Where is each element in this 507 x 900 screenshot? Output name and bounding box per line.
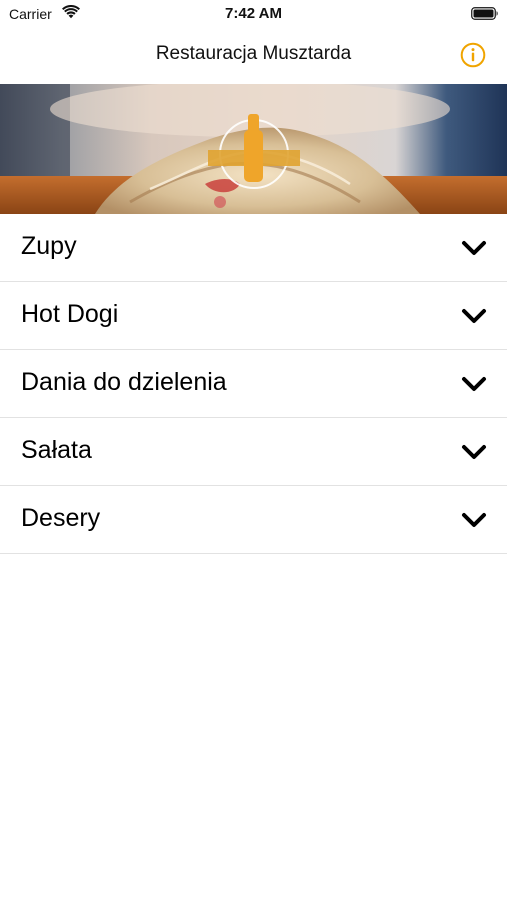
navigation-bar: Restauracja Musztarda <box>0 28 507 84</box>
info-icon[interactable] <box>460 42 486 68</box>
app-screen: Carrier 7:42 AM Restauracja Musztarda Zu… <box>0 0 507 900</box>
category-row-salata[interactable]: Sałata <box>0 418 507 486</box>
menu-category-list: Zupy Hot Dogi Dania do dzielenia Sałata … <box>0 214 507 554</box>
category-row-dania-do-dzielenia[interactable]: Dania do dzielenia <box>0 350 507 418</box>
category-row-hot-dogi[interactable]: Hot Dogi <box>0 282 507 350</box>
category-label: Hot Dogi <box>21 300 119 328</box>
page-title: Restauracja Musztarda <box>155 43 352 64</box>
battery-icon <box>471 7 498 20</box>
chevron-down-icon[interactable] <box>461 512 487 529</box>
category-label: Sałata <box>21 436 92 464</box>
status-time: 7:42 AM <box>225 5 282 22</box>
header-banner-image <box>0 84 507 214</box>
chevron-down-icon[interactable] <box>461 376 487 393</box>
category-row-desery[interactable]: Desery <box>0 486 507 554</box>
category-label: Dania do dzielenia <box>21 368 227 396</box>
food-photo <box>0 84 507 214</box>
chevron-down-icon[interactable] <box>461 308 487 325</box>
chevron-down-icon[interactable] <box>461 444 487 461</box>
status-bar: Carrier 7:42 AM <box>0 0 507 28</box>
chevron-down-icon[interactable] <box>461 240 487 257</box>
category-label: Zupy <box>21 232 77 260</box>
category-label: Desery <box>21 504 101 532</box>
category-row-zupy[interactable]: Zupy <box>0 214 507 282</box>
